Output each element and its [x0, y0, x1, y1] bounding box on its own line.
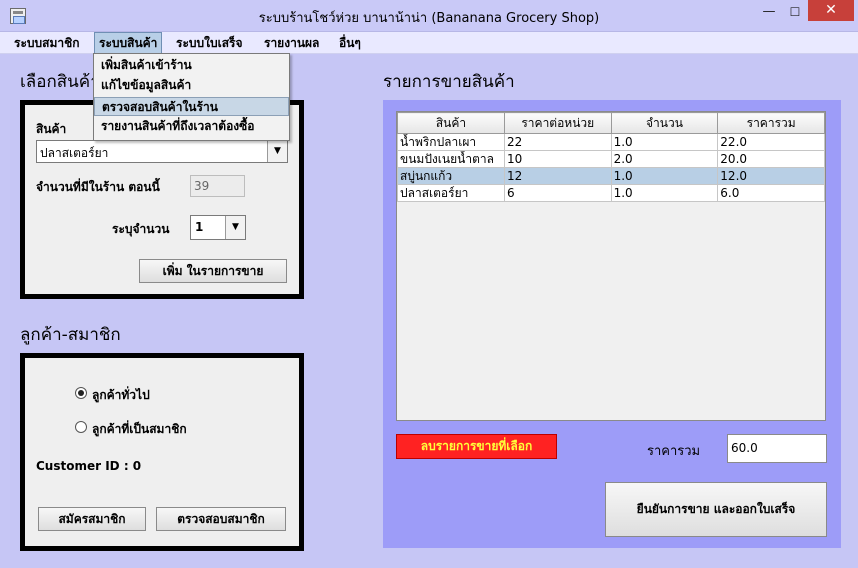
table-cell: 1.0: [610, 184, 719, 202]
quantity-label: ระบุจำนวน: [112, 222, 170, 236]
column-header[interactable]: สินค้า: [397, 112, 505, 134]
menu-products[interactable]: ระบบสินค้า: [94, 32, 163, 54]
total-label: ราคารวม: [647, 444, 701, 459]
table-cell: 22.0: [717, 133, 825, 151]
quantity-select[interactable]: 1 ▼: [190, 215, 246, 240]
remove-selected-button[interactable]: ลบรายการขายที่เลือก: [396, 434, 557, 459]
column-header[interactable]: ราคาต่อหน่วย: [503, 112, 612, 134]
confirm-sale-button[interactable]: ยืนยันการขาย และออกใบเสร็จ: [605, 482, 827, 537]
menu-others[interactable]: อื่นๆ: [335, 32, 365, 54]
menu-item-reorder-report[interactable]: รายงานสินค้าที่ถึงเวลาต้องซื้อ: [94, 117, 289, 136]
register-member-button[interactable]: สมัครสมาชิก: [38, 507, 146, 531]
menu-item-edit-product[interactable]: แก้ไขข้อมูลสินค้า: [94, 76, 289, 95]
stock-label: จำนวนที่มีในร้าน ตอนนี้: [36, 180, 160, 194]
table-cell: 1.0: [610, 167, 719, 185]
add-to-sale-button[interactable]: เพิ่ม ในรายการขาย: [139, 259, 287, 283]
title-bar: ระบบร้านโชว์ห่วย บานาน้าน่า (Bananana Gr…: [0, 0, 858, 32]
products-dropdown-menu: เพิ่มสินค้าเข้าร้าน แก้ไขข้อมูลสินค้า ตร…: [93, 53, 290, 141]
menu-bar: ระบบสมาชิก ระบบสินค้า ระบบใบเสร็จ รายงาน…: [0, 32, 858, 54]
customer-title: ลูกค้า-สมาชิก: [20, 325, 121, 345]
menu-receipts[interactable]: ระบบใบเสร็จ: [172, 32, 247, 54]
window-title: ระบบร้านโชว์ห่วย บานาน้าน่า (Bananana Gr…: [258, 11, 600, 26]
table-row[interactable]: ขนมปังเนยน้ำตาล 10 2.0 20.0: [397, 150, 825, 168]
table-cell: สบู่นกแก้ว: [397, 167, 505, 185]
sales-table-area: สินค้า ราคาต่อหน่วย จำนวน ราคารวม น้ำพริ…: [396, 111, 826, 421]
chevron-down-icon[interactable]: ▼: [267, 141, 287, 162]
menu-members[interactable]: ระบบสมาชิก: [10, 32, 84, 54]
member-customer-radio[interactable]: [75, 421, 87, 433]
menu-item-check-stock[interactable]: ตรวจสอบสินค้าในร้าน: [94, 97, 289, 116]
menu-reports[interactable]: รายงานผล: [260, 32, 323, 54]
table-cell: 20.0: [717, 150, 825, 168]
general-customer-label[interactable]: ลูกค้าทั่วไป: [92, 386, 150, 405]
total-field: 60.0: [727, 434, 827, 463]
customer-id: Customer ID : 0: [36, 459, 142, 473]
chevron-down-icon[interactable]: ▼: [225, 216, 245, 239]
table-cell: 12: [503, 167, 612, 185]
maximize-button[interactable]: ☐: [782, 1, 808, 23]
menu-item-add-product[interactable]: เพิ่มสินค้าเข้าร้าน: [94, 56, 289, 75]
product-label: สินค้า: [36, 122, 67, 136]
table-cell: น้ำพริกปลาเผา: [397, 133, 505, 151]
table-cell: 2.0: [610, 150, 719, 168]
sales-table: สินค้า ราคาต่อหน่วย จำนวน ราคารวม น้ำพริ…: [397, 112, 825, 202]
quantity-select-value: 1: [195, 220, 204, 234]
general-customer-radio[interactable]: [75, 387, 87, 399]
table-cell: 6.0: [717, 184, 825, 202]
table-cell: 12.0: [717, 167, 825, 185]
table-cell: 10: [503, 150, 612, 168]
column-header[interactable]: จำนวน: [610, 112, 719, 134]
table-cell: ขนมปังเนยน้ำตาล: [397, 150, 505, 168]
member-customer-label[interactable]: ลูกค้าที่เป็นสมาชิก: [92, 420, 187, 439]
product-select-value: ปลาสเตอร์ยา: [40, 146, 109, 160]
table-row[interactable]: น้ำพริกปลาเผา 22 1.0 22.0: [397, 133, 825, 151]
table-cell: 22: [503, 133, 612, 151]
minimize-button[interactable]: —: [756, 1, 782, 23]
column-header[interactable]: ราคารวม: [717, 112, 825, 134]
close-button[interactable]: ✕: [808, 0, 854, 21]
table-cell: 6: [503, 184, 612, 202]
select-product-title: เลือกสินค้า: [20, 72, 100, 92]
table-cell: ปลาสเตอร์ยา: [397, 184, 505, 202]
table-header-row: สินค้า ราคาต่อหน่วย จำนวน ราคารวม: [397, 112, 825, 134]
check-member-button[interactable]: ตรวจสอบสมาชิก: [156, 507, 286, 531]
table-cell: 1.0: [610, 133, 719, 151]
sales-list-title: รายการขายสินค้า: [383, 72, 515, 92]
table-row[interactable]: ปลาสเตอร์ยา 6 1.0 6.0: [397, 184, 825, 202]
table-row-selected[interactable]: สบู่นกแก้ว 12 1.0 12.0: [397, 167, 825, 185]
stock-field: 39: [190, 175, 245, 197]
product-select[interactable]: ปลาสเตอร์ยา ▼: [36, 140, 288, 163]
